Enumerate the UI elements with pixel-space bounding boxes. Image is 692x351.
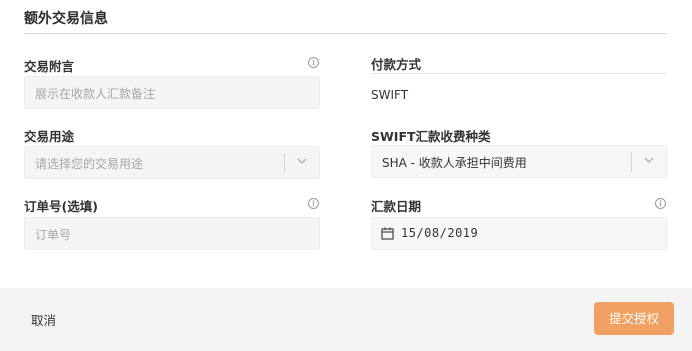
footer-bar: 取消 提交授权 bbox=[0, 288, 692, 351]
purpose-select[interactable]: 请选择您的交易用途 bbox=[24, 146, 320, 179]
fee-type-select[interactable]: SHA - 收款人承担中间费用 bbox=[371, 145, 667, 178]
cancel-button[interactable]: 取消 bbox=[31, 310, 56, 329]
payment-method-label: 付款方式 bbox=[371, 57, 422, 72]
order-number-input[interactable]: 订单号 bbox=[24, 217, 320, 250]
info-icon[interactable]: i bbox=[308, 198, 319, 209]
payment-method-divider bbox=[371, 73, 667, 74]
title-divider bbox=[24, 33, 667, 34]
chevron-down-icon[interactable] bbox=[296, 155, 308, 167]
purpose-placeholder: 请选择您的交易用途 bbox=[35, 157, 144, 171]
purpose-label: 交易用途 bbox=[24, 129, 75, 144]
remit-date-value: 15/08/2019 bbox=[401, 226, 479, 240]
remit-date-input[interactable]: 15/08/2019 bbox=[371, 217, 667, 250]
chevron-down-icon[interactable] bbox=[643, 154, 655, 166]
info-icon[interactable]: i bbox=[655, 198, 666, 209]
select-divider bbox=[284, 153, 285, 173]
order-placeholder: 订单号 bbox=[35, 228, 72, 242]
fee-type-value: SHA - 收款人承担中间费用 bbox=[382, 156, 527, 170]
info-icon[interactable]: i bbox=[308, 57, 319, 68]
order-label: 订单号(选填) bbox=[24, 199, 98, 214]
section-title: 额外交易信息 bbox=[24, 11, 108, 27]
fee-type-label: SWIFT汇款收费种类 bbox=[371, 129, 491, 144]
calendar-icon[interactable] bbox=[381, 227, 394, 240]
submit-authorization-button[interactable]: 提交授权 bbox=[594, 302, 674, 335]
remark-label: 交易附言 bbox=[24, 59, 75, 74]
remark-input[interactable]: 展示在收款人汇款备注 bbox=[24, 76, 320, 109]
payment-method-value: SWIFT bbox=[371, 88, 409, 102]
remark-placeholder: 展示在收款人汇款备注 bbox=[35, 87, 156, 101]
remit-date-label: 汇款日期 bbox=[371, 199, 422, 214]
select-divider bbox=[631, 152, 632, 172]
